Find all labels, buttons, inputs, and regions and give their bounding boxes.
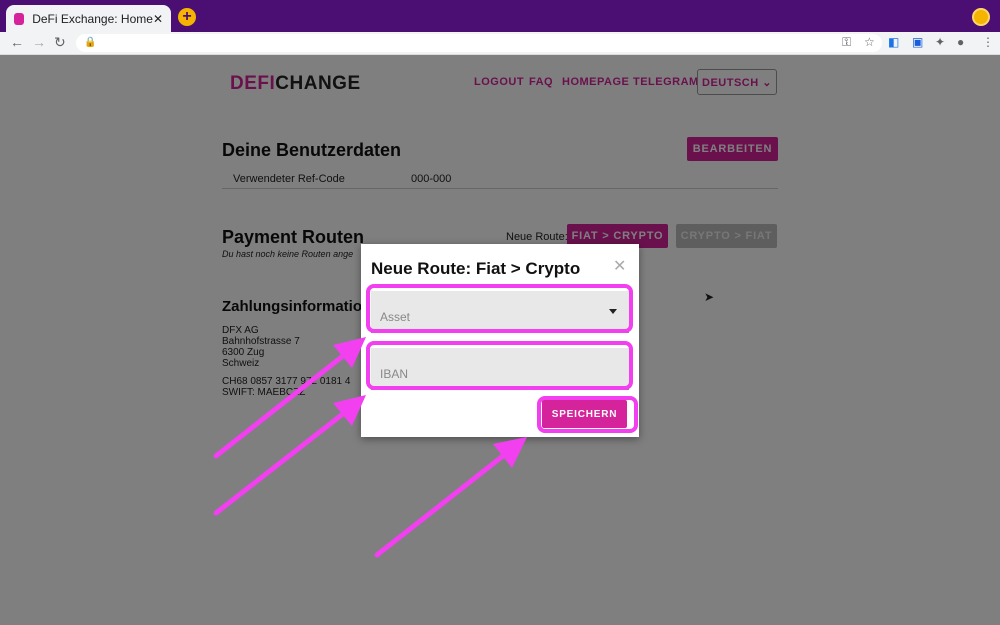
arrow-head: [493, 437, 527, 468]
arrow-head: [333, 395, 366, 426]
arrow-head: [333, 337, 366, 368]
annotation-arrows: [213, 337, 527, 558]
arrow-to-asset: [213, 349, 351, 459]
mouse-cursor-icon: ➤: [704, 290, 715, 304]
arrow-to-iban: [213, 407, 351, 516]
arrow-to-save: [374, 449, 511, 558]
